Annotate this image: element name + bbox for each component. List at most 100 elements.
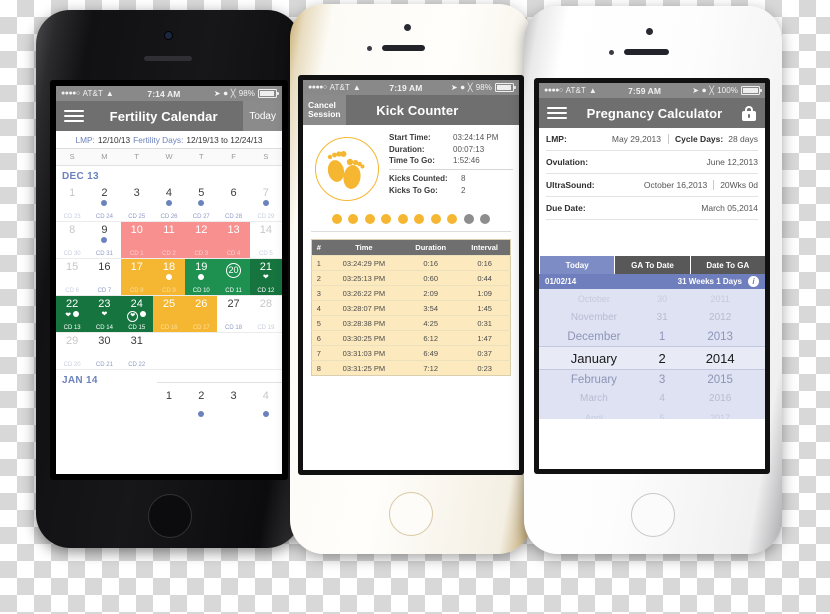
- picker-row[interactable]: November 31 2012: [539, 308, 765, 327]
- next-month-day-cell[interactable]: 3: [217, 389, 249, 415]
- table-row[interactable]: 6 03:30:25 PM 6:12 1:47: [311, 330, 511, 346]
- calendar-day-cell[interactable]: 8 CD 30: [56, 222, 89, 259]
- day-marker: [185, 404, 217, 422]
- picker-row[interactable]: December 1 2013: [539, 327, 765, 346]
- picker-row[interactable]: October 30 2011: [539, 289, 765, 308]
- lmp-row[interactable]: LMP: May 29,2013 Cycle Days: 28 days: [546, 128, 758, 151]
- calendar-day-cell[interactable]: 14 CD 5: [249, 222, 282, 259]
- tab-bar[interactable]: Today GA To Date Date To GA: [539, 256, 765, 274]
- calendar-day-cell[interactable]: 25 CD 16: [152, 296, 186, 333]
- table-cell: 1:09: [459, 285, 511, 301]
- day-number: 19: [195, 261, 208, 273]
- next-month-day-cell[interactable]: 1: [153, 389, 185, 415]
- calendar-day-cell[interactable]: 6 CD 28: [217, 185, 250, 222]
- dow-0: S: [69, 152, 75, 161]
- next-month-day-cell[interactable]: 4: [250, 389, 282, 417]
- picker-row[interactable]: April 5 2017: [539, 408, 765, 420]
- calendar-day-cell[interactable]: 20 CD 11: [217, 259, 250, 296]
- picker-month: April: [584, 412, 603, 420]
- next-month-empty-cell: [88, 389, 120, 415]
- calendar-day-cell[interactable]: 31 CD 22: [120, 333, 153, 370]
- hamburger-icon[interactable]: [64, 110, 84, 122]
- calendar-day-cell[interactable]: 4 CD 26: [152, 185, 186, 222]
- table-row[interactable]: 3 03:26:22 PM 2:09 1:09: [311, 285, 511, 301]
- home-button[interactable]: [631, 493, 675, 537]
- lock-icon[interactable]: [742, 105, 756, 121]
- proximity-sensor-icon: [609, 50, 614, 55]
- cancel-session-button[interactable]: Cancel Session: [303, 95, 346, 125]
- date-picker[interactable]: October 30 2011 November 31 2012 December 1 2013…: [539, 289, 765, 419]
- calendar-day-cell[interactable]: 23 ❤ CD 14: [88, 296, 121, 333]
- calendar-day-cell[interactable]: 15 CD 6: [56, 259, 89, 296]
- tab-today[interactable]: Today: [539, 256, 615, 274]
- calendar-day-cell[interactable]: 24 ❤ CD 15: [120, 296, 153, 333]
- calendar-day-cell[interactable]: 1 CD 23: [56, 185, 89, 222]
- calendar-day-cell[interactable]: 27 CD 18: [217, 296, 250, 333]
- calendar-day-cell[interactable]: 21 ❤ CD 12: [249, 259, 282, 296]
- calendar-day-cell[interactable]: 18 CD 9: [152, 259, 186, 296]
- calendar-day-cell[interactable]: 9 CD 31: [88, 222, 121, 259]
- tab-date-to-ga[interactable]: Date To GA: [689, 256, 765, 274]
- battery-percent: 100%: [717, 86, 738, 95]
- calendar-day-cell[interactable]: 22 ❤ CD 13: [56, 296, 89, 333]
- calendar-grid[interactable]: 1 CD 23 2 CD 24 3 CD 25 4 CD 26 5 CD 27 6 CD 28 7 CD …: [56, 185, 282, 370]
- info-icon[interactable]: i: [748, 276, 759, 287]
- tab-ga-to-date[interactable]: GA To Date: [614, 256, 690, 274]
- calendar-day-cell[interactable]: 29 CD 20: [56, 333, 89, 370]
- day-marker: ❤: [250, 274, 282, 282]
- calendar-day-cell[interactable]: 17 CD 8: [120, 259, 153, 296]
- kick-summary: Start Time: 03:24:14 PM Duration: 00:07:13 T…: [303, 125, 519, 205]
- navigation-bar: Pregnancy Calculator: [539, 98, 765, 128]
- calendar-day-cell[interactable]: 28 CD 19: [249, 296, 282, 333]
- picker-row[interactable]: February 3 2015: [539, 370, 765, 389]
- home-button[interactable]: [389, 492, 433, 536]
- ovulation-row[interactable]: Ovulation: June 12,2013: [546, 151, 758, 174]
- picker-day: 30: [657, 293, 668, 304]
- calendar-day-cell[interactable]: 16 CD 7: [88, 259, 121, 296]
- today-button[interactable]: Today: [243, 101, 282, 131]
- calendar-day-cell[interactable]: 5 CD 27: [185, 185, 218, 222]
- table-row[interactable]: 2 03:25:13 PM 0:60 0:44: [311, 270, 511, 286]
- table-row[interactable]: 8 03:31:25 PM 7:12 0:23: [311, 360, 511, 376]
- calendar-empty-cell: [217, 333, 250, 370]
- event-dot-icon: [101, 237, 108, 243]
- kick-dot: [463, 214, 474, 224]
- kick-log-table[interactable]: # Time Duration Interval 1 03:24:29 PM 0:16 0:…: [311, 239, 511, 376]
- calendar-day-cell[interactable]: 2 CD 24: [88, 185, 121, 222]
- kick-stat-row: Kicks To Go: 2: [389, 186, 513, 195]
- picker-month: January: [570, 350, 618, 366]
- table-row[interactable]: 5 03:28:38 PM 4:25 0:31: [311, 315, 511, 331]
- ultrasound-row[interactable]: UltraSound: October 16,2013 20Wks 0d: [546, 174, 758, 197]
- battery-icon: [741, 86, 762, 95]
- day-marker: ❤: [121, 311, 153, 322]
- kick-dot: [364, 214, 375, 224]
- calendar-day-cell[interactable]: 13 CD 4: [217, 222, 250, 259]
- calendar-day-cell[interactable]: 19 CD 10: [185, 259, 218, 296]
- picker-row[interactable]: March 4 2016: [539, 389, 765, 408]
- wifi-icon: ▲: [352, 83, 361, 92]
- calendar-day-cell[interactable]: 12 CD 3: [185, 222, 218, 259]
- next-month-day-cell[interactable]: 2: [185, 389, 217, 417]
- table-row[interactable]: 4 03:28:07 PM 3:54 1:45: [311, 300, 511, 316]
- battery-percent: 98%: [238, 89, 255, 98]
- calendar-day-cell[interactable]: 30 CD 21: [88, 333, 121, 370]
- calendar-day-cell[interactable]: 7 CD 29: [249, 185, 282, 222]
- calendar-day-cell[interactable]: 10 CD 1: [120, 222, 153, 259]
- table-row[interactable]: 7 03:31:03 PM 6:49 0:37: [311, 345, 511, 361]
- next-month-grid[interactable]: 1 2 3 4: [56, 389, 282, 417]
- calendar-day-cell[interactable]: 26 CD 17: [185, 296, 218, 333]
- calendar-day-cell[interactable]: 11 CD 2: [152, 222, 186, 259]
- table-row[interactable]: 1 03:24:29 PM 0:16 0:16: [311, 255, 511, 271]
- fertility-days-value: 12/19/13 to 12/24/13: [186, 134, 263, 145]
- due-date-row[interactable]: Due Date: March 05,2014: [546, 197, 758, 220]
- table-header-row: # Time Duration Interval: [311, 239, 511, 256]
- picker-year: 2012: [709, 312, 732, 323]
- front-camera-icon: [646, 28, 653, 35]
- hamburger-icon[interactable]: [547, 107, 567, 119]
- picker-month: February: [570, 373, 617, 386]
- picker-row[interactable]: January 2 2014: [539, 346, 765, 370]
- home-button[interactable]: [148, 494, 192, 538]
- event-dot-icon: [262, 411, 269, 417]
- calendar-day-cell[interactable]: 3 CD 25: [120, 185, 153, 222]
- dow-2: T: [134, 152, 139, 161]
